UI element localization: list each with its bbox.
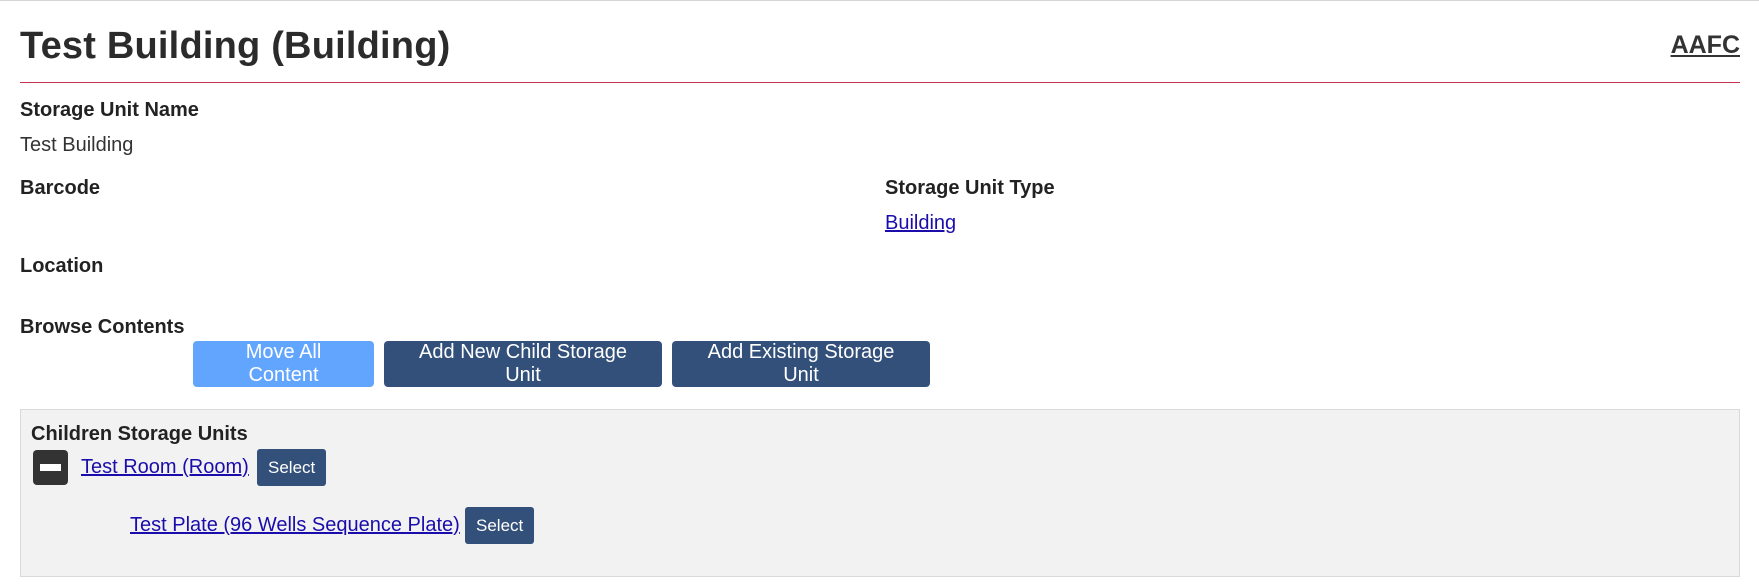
barcode-label: Barcode <box>20 177 101 199</box>
page-title: Test Building (Building) <box>20 25 451 67</box>
storage-unit-name-label: Storage Unit Name <box>20 99 199 121</box>
location-label: Location <box>20 255 104 277</box>
move-all-content-button[interactable]: Move All Content <box>193 341 374 387</box>
add-new-child-storage-unit-button[interactable]: Add New Child Storage Unit <box>384 341 662 387</box>
storage-unit-name-value: Test Building <box>20 134 134 156</box>
tree-item-test-plate-link[interactable]: Test Plate (96 Wells Sequence Plate) <box>130 514 460 537</box>
select-test-plate-button[interactable]: Select <box>465 507 535 544</box>
select-test-room-button[interactable]: Select <box>257 449 327 486</box>
browse-contents-label: Browse Contents <box>20 316 185 338</box>
storage-unit-type-link[interactable]: Building <box>885 212 956 235</box>
collapse-tree-button[interactable] <box>33 450 68 485</box>
storage-unit-type-label: Storage Unit Type <box>885 177 1055 199</box>
minus-icon <box>40 464 61 471</box>
add-existing-storage-unit-button[interactable]: Add Existing Storage Unit <box>672 341 930 387</box>
children-storage-units-panel: Children Storage Units Test Room (Room) … <box>20 409 1740 577</box>
tree-item-test-room-link[interactable]: Test Room (Room) <box>81 456 249 479</box>
children-storage-units-title: Children Storage Units <box>31 423 248 445</box>
page-header: Test Building (Building) AAFC <box>20 1 1740 83</box>
aafc-home-link[interactable]: AAFC <box>1671 31 1740 60</box>
